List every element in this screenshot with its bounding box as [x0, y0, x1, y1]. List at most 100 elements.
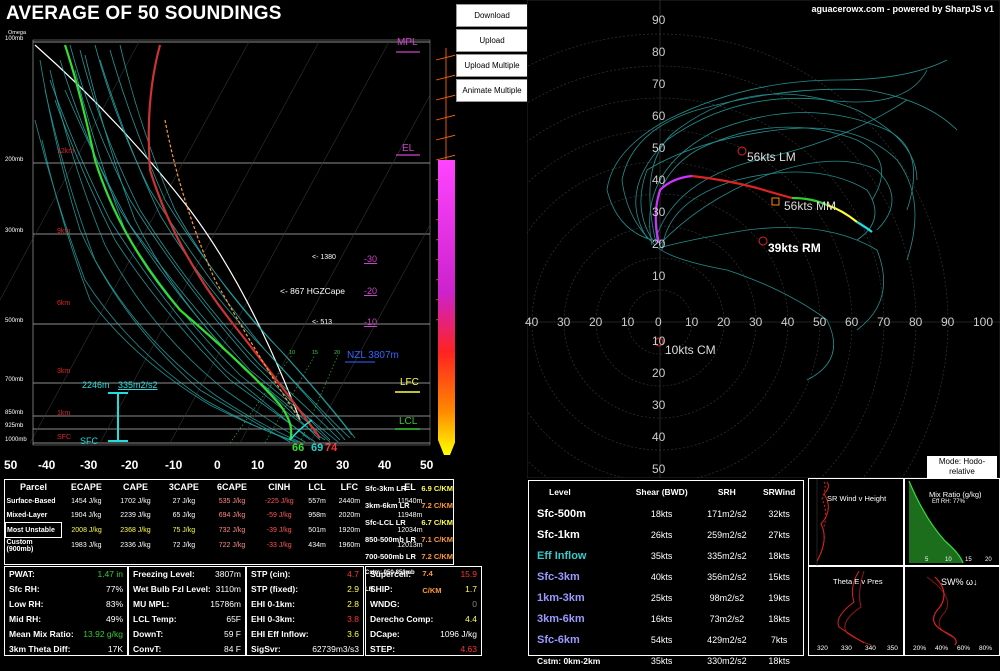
lapse-rate-label: 700-500mb LR: [365, 552, 416, 561]
hodograph-panel: aguacerowx.com - powered by SharpJS v1 9…: [371, 0, 1000, 611]
cell: -59 J/kg: [266, 511, 292, 519]
theta-e-title: Theta E v Pres: [833, 577, 883, 586]
cell: 1960m: [338, 542, 361, 550]
x-tick: 10: [251, 458, 265, 472]
col-header: SRWind: [762, 487, 796, 497]
height-label-sfc: SFC: [57, 434, 71, 441]
lapse-rate-row: 700-500mb LR 7.2 C/KM: [365, 548, 453, 565]
severe-indices: Supercell: 15.9 SHIP: 1.7 WNDG: 0 Derecho Comp…: [365, 566, 482, 656]
index-value: 2.8: [347, 599, 359, 609]
lapse-rate-row: Sfc-3km LR 6.9 C/KM: [365, 480, 453, 497]
index-value: 62739m3/s3: [312, 644, 359, 654]
hodo-x-tick: 20: [717, 315, 731, 329]
hodo-y-label: 10: [652, 334, 666, 348]
sw-omega-title: SW% ω↓: [941, 577, 978, 587]
index-row: MU MPL: 15786m: [129, 597, 245, 612]
index-label: Wet Bulb Fzl Level:: [133, 584, 211, 594]
table-row: Eff Inflow 35kts 335m2/s2 18kts: [529, 545, 803, 566]
pressure-label-200: 200mb: [5, 157, 24, 163]
index-row: PWAT: 1.47 in: [5, 567, 127, 582]
index-label: WNDG:: [370, 599, 400, 609]
parcel-name: Custom (900mb): [6, 539, 34, 553]
hodo-x-tick: 60: [845, 315, 859, 329]
index-row: Mid RH: 49%: [5, 612, 127, 627]
skewt-panel: AVERAGE OF 50 SOUNDINGS Omega 100mb 200m…: [0, 0, 457, 478]
index-label: DCape:: [370, 629, 400, 639]
cell: 958m: [308, 511, 326, 519]
index-row: WNDG: 0: [366, 597, 481, 612]
shear-level: 1km-3km: [537, 591, 585, 604]
cell: 535 J/kg: [218, 497, 246, 505]
mean-motion-label: 56kts MM: [784, 199, 837, 213]
index-value: 3.8: [347, 614, 359, 624]
level-indices: Freezing Level: 3807m Wet Bulb Fzl Level: 3…: [128, 566, 246, 656]
cell: 259m2/s2: [707, 529, 747, 540]
col-header: Parcel: [19, 482, 48, 492]
hodo-y-label: 50: [652, 462, 666, 476]
lapse-rate-value: 7.1 C/KM: [421, 535, 453, 544]
index-value: 65F: [226, 614, 241, 624]
shear-table-header: Level Shear (BWD) SRH SRWind: [529, 481, 803, 503]
cell: 1904 J/kg: [70, 511, 102, 519]
cell: 722 J/kg: [218, 542, 246, 550]
cell: 7kts: [770, 634, 788, 645]
cell: 2020m: [338, 511, 361, 519]
shear-level: Sfc-3km: [537, 570, 580, 583]
eff-inflow-srh: 335m2/s2: [118, 380, 158, 390]
lapse-rate-label: Sfc-3km LR: [365, 484, 407, 493]
hodo-y-label: 60: [652, 109, 666, 123]
sw-omega-plot: SW% ω↓ 20% 40% 60% 80%: [904, 566, 1000, 656]
hgz-top-label: <- 1380: [312, 254, 336, 261]
index-label: Derecho Comp:: [370, 614, 434, 624]
animate-multiple-button[interactable]: Animate Multiple: [456, 79, 528, 102]
index-value: 15786m: [210, 599, 241, 609]
skewt-x-axis: 50 -40 -30 -20 -10 0 10 20 30 40 50: [0, 458, 455, 474]
hodograph: [371, 0, 1000, 611]
index-label: EHI 0-3km:: [251, 614, 295, 624]
pressure-label-500: 500mb: [5, 318, 24, 324]
table-row: Sfc-500m 18kts 171m2/s2 32kts: [529, 503, 803, 524]
index-value: 59 F: [223, 629, 241, 639]
height-label-6km: 6km: [57, 300, 71, 307]
hodo-x-tick: 30: [749, 315, 763, 329]
upload-button[interactable]: Upload: [456, 29, 528, 52]
tornado-indices: STP (cin): 4.7 STP (fixed): 2.9 EHI 0-1km: 2.…: [246, 566, 364, 656]
table-row: Cstm: 0km-2km 35kts 330m2/s2 18kts: [529, 650, 803, 671]
index-row: EHI Eff Inflow: 3.6: [247, 627, 363, 642]
table-row: Sfc-3km 40kts 356m2/s2 15kts: [529, 566, 803, 587]
cell: 434m: [308, 542, 326, 550]
mix-ratio-title: Mix Ratio (g/kg): [929, 490, 982, 499]
col-header: LFC: [340, 482, 359, 492]
index-label: EHI 0-1km:: [251, 599, 295, 609]
sfc-label: SFC: [80, 436, 98, 446]
hodo-x-tick: 30: [557, 315, 571, 329]
sw-tick: 60%: [957, 645, 971, 652]
cell: 694 J/kg: [218, 511, 246, 519]
lfc-label: LFC: [400, 377, 419, 388]
hodo-mode-button[interactable]: Mode: Hodo-relative: [927, 456, 997, 478]
right-mover-label: 39kts RM: [768, 241, 821, 255]
x-tick: -30: [80, 458, 98, 472]
index-label: Low RH:: [9, 599, 44, 609]
mix-ratio-plot: Mix Ratio (g/kg) Eff RH: 77% 5 10 15 20: [904, 478, 1000, 566]
inflow-color-column: [438, 160, 456, 455]
hodo-x-tick: 50: [813, 315, 827, 329]
upload-multiple-button[interactable]: Upload Multiple: [456, 54, 528, 77]
index-row: EHI 0-3km: 3.8: [247, 612, 363, 627]
download-button[interactable]: Download: [456, 4, 528, 27]
moisture-indices: PWAT: 1.47 in Sfc RH: 77% Low RH: 83% Mid RH: 4…: [4, 566, 128, 656]
index-value: 1.7: [465, 584, 477, 594]
cell: 65 J/kg: [172, 511, 196, 519]
col-header: ECAPE: [70, 482, 102, 492]
index-row: ConvT: 84 F: [129, 642, 245, 657]
index-row: Freezing Level: 3807m: [129, 567, 245, 582]
x-tick: 40: [378, 458, 392, 472]
lapse-rate-value: 6.9 C/KM: [421, 484, 453, 493]
index-row: Wet Bulb Fzl Level: 3110m: [129, 582, 245, 597]
index-row: LCL Temp: 65F: [129, 612, 245, 627]
el-label: EL: [402, 143, 415, 154]
table-row: Sfc-1km 26kts 259m2/s2 27kts: [529, 524, 803, 545]
wetbulb-tick: 10: [289, 350, 296, 356]
eff-rh-label: Eff RH: 77%: [932, 499, 965, 505]
credit-text: aguacerowx.com - powered by SharpJS v1: [811, 4, 994, 14]
